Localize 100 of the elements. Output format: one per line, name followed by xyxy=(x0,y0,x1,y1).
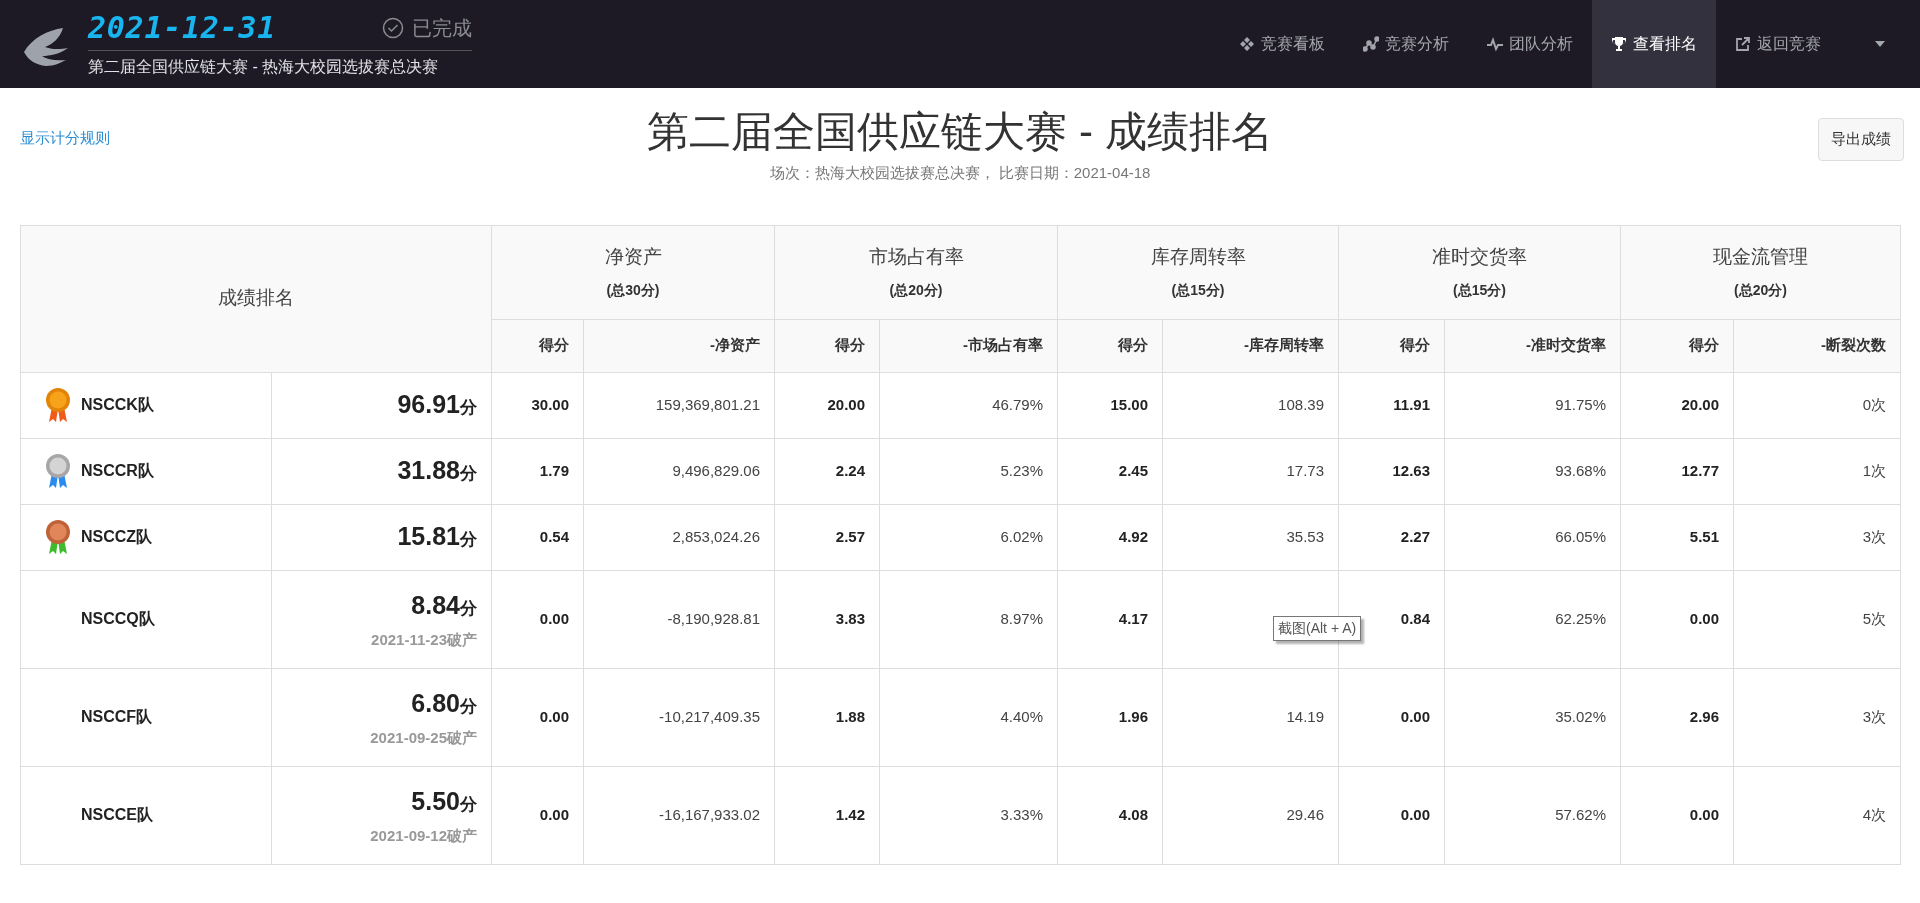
table-cell: 0.00 xyxy=(539,805,569,823)
table-cell: 2.57 xyxy=(835,527,865,545)
bankruptcy-date: 2021-09-12破产 xyxy=(369,825,477,846)
total-score: 5.50分 xyxy=(410,786,477,817)
table-cell: 1.88 xyxy=(835,707,865,725)
table-cell: 0.84 xyxy=(1400,609,1430,627)
column-header: -断裂次数 xyxy=(1733,319,1901,372)
table-cell: 5次 xyxy=(1862,609,1886,627)
group-header: 现金流管理 xyxy=(1712,245,1809,270)
table-cell: 14.19 xyxy=(1286,707,1324,725)
table-cell: 0.00 xyxy=(539,707,569,725)
table-cell: 6.02% xyxy=(1000,527,1043,545)
table-cell: 4.92 xyxy=(1118,527,1148,545)
table-cell: 62.25% xyxy=(1555,609,1606,627)
table-cell: 66.05% xyxy=(1555,527,1606,545)
table-cell: 2.24 xyxy=(835,461,865,479)
total-score: 96.91分 xyxy=(396,389,477,421)
team-name: NSCCR队 xyxy=(81,461,154,481)
table-cell: 4次 xyxy=(1862,805,1886,823)
table-cell: -10,217,409.35 xyxy=(659,707,760,725)
table-cell: 0.00 xyxy=(1400,707,1430,725)
group-header: 净资产 xyxy=(603,245,663,270)
group-header: 库存周转率 xyxy=(1149,245,1247,270)
column-header: -净资产 xyxy=(583,319,775,372)
table-cell: 2.27 xyxy=(1400,527,1430,545)
team-name: NSCCK队 xyxy=(81,395,154,415)
table-cell: 5.23% xyxy=(1000,461,1043,479)
table-cell: 3.83 xyxy=(835,609,865,627)
group-total: (总15分) xyxy=(1170,280,1226,300)
table-cell: -16,167,933.02 xyxy=(659,805,760,823)
total-score: 31.88分 xyxy=(396,455,477,487)
team-name: NSCCE队 xyxy=(81,805,153,825)
column-header: -准时交货率 xyxy=(1444,319,1621,372)
table-cell: 1.42 xyxy=(835,805,865,823)
rules-link[interactable]: 显示计分规则 xyxy=(20,129,110,146)
nav-tab[interactable]: 竞赛分析 xyxy=(1344,0,1468,88)
column-header: -库存周转率 xyxy=(1162,319,1339,372)
trophy-icon xyxy=(1611,36,1627,52)
table-cell: 1次 xyxy=(1862,461,1886,479)
group-header: 市场占有率 xyxy=(867,245,965,270)
group-total: (总30分) xyxy=(605,280,661,300)
team-name: NSCCZ队 xyxy=(81,527,153,547)
external-link-icon xyxy=(1735,36,1751,52)
total-score: 15.81分 xyxy=(396,521,477,553)
column-header: 得分 xyxy=(1057,319,1163,372)
export-button[interactable]: 导出成绩 xyxy=(1818,118,1904,161)
diamonds-icon xyxy=(1239,36,1255,52)
group-header: 准时交货率 xyxy=(1431,245,1528,270)
team-name: NSCCF队 xyxy=(81,707,153,727)
table-cell: 57.62% xyxy=(1555,805,1606,823)
table-cell: 0次 xyxy=(1862,395,1886,413)
table-cell: 1.79 xyxy=(539,461,569,479)
table-cell: 12.77 xyxy=(1681,461,1719,479)
column-header: 得分 xyxy=(1620,319,1734,372)
table-cell: 3.33% xyxy=(1000,805,1043,823)
table-cell: 108.39 xyxy=(1278,395,1324,413)
table-cell: 0.00 xyxy=(1400,805,1430,823)
table-cell: 35.02% xyxy=(1555,707,1606,725)
rank-header: 成绩排名 xyxy=(20,225,492,372)
table-cell: 0.00 xyxy=(1689,805,1719,823)
total-score: 8.84分 xyxy=(410,590,477,621)
bankruptcy-date: 2021-09-25破产 xyxy=(369,727,477,748)
nav-tab[interactable]: 竞赛看板 xyxy=(1220,0,1344,88)
check-circle-icon xyxy=(382,16,404,39)
table-cell: 4.08 xyxy=(1118,805,1148,823)
table-cell: 46.79% xyxy=(992,395,1043,413)
table-cell: 3次 xyxy=(1862,707,1886,725)
nav-tab[interactable]: 团队分析 xyxy=(1468,0,1592,88)
group-total: (总15分) xyxy=(1452,280,1507,300)
table-cell: 17.73 xyxy=(1286,461,1324,479)
table-cell: 4.40% xyxy=(1000,707,1043,725)
table-cell: 3次 xyxy=(1862,527,1886,545)
column-header: -市场占有率 xyxy=(879,319,1058,372)
table-cell: 93.68% xyxy=(1555,461,1606,479)
table-cell: 2,853,024.26 xyxy=(672,527,760,545)
nav-tab[interactable]: 返回竞赛 xyxy=(1716,0,1840,88)
nodes-icon xyxy=(1363,36,1379,52)
caret-icon xyxy=(1875,41,1885,47)
pulse-icon xyxy=(1487,36,1503,52)
table-cell: 2.45 xyxy=(1118,461,1148,479)
table-cell: 12.63 xyxy=(1392,461,1430,479)
table-cell: 9,496,829.06 xyxy=(672,461,760,479)
table-cell: 30.00 xyxy=(531,395,569,413)
table-cell: 2.96 xyxy=(1689,707,1719,725)
column-header: 得分 xyxy=(1338,319,1445,372)
table-cell: 91.75% xyxy=(1555,395,1606,413)
bankruptcy-date: 2021-11-23破产 xyxy=(370,629,477,650)
column-header: 得分 xyxy=(774,319,880,372)
table-cell: 0.54 xyxy=(539,527,569,545)
table-cell: -8,190,928.81 xyxy=(667,609,760,627)
page-title: 第二届全国供应链大赛 - 成绩排名 xyxy=(647,107,1273,157)
table-cell: 29.46 xyxy=(1286,805,1324,823)
table-cell: 0.00 xyxy=(1689,609,1719,627)
competition-subtitle: 第二届全国供应链大赛 - 热海大校园选拔赛总决赛 xyxy=(88,56,440,77)
total-score: 6.80分 xyxy=(410,688,477,719)
match-info: 场次：热海大校园选拔赛总决赛， 比赛日期：2021-04-18 xyxy=(769,163,1151,183)
table-cell: 20.00 xyxy=(827,395,865,413)
nav-tab[interactable]: 查看排名 xyxy=(1592,0,1716,88)
table-cell: 20.00 xyxy=(1681,395,1719,413)
table-cell: 5.51 xyxy=(1689,527,1719,545)
